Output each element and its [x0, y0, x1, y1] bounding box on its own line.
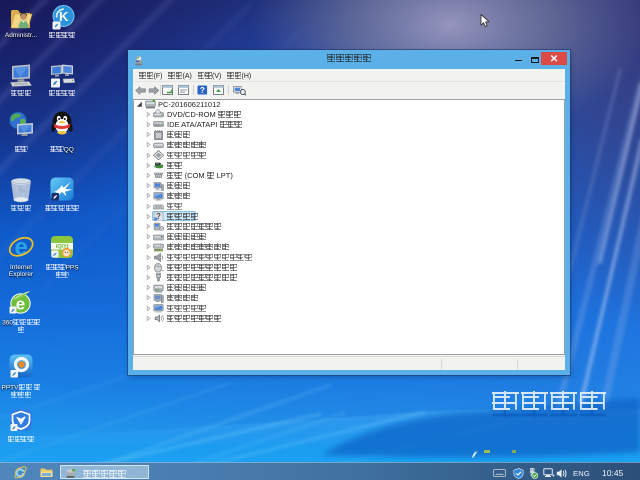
svg-text:K: K	[59, 9, 69, 24]
svg-text:?: ?	[200, 86, 205, 95]
